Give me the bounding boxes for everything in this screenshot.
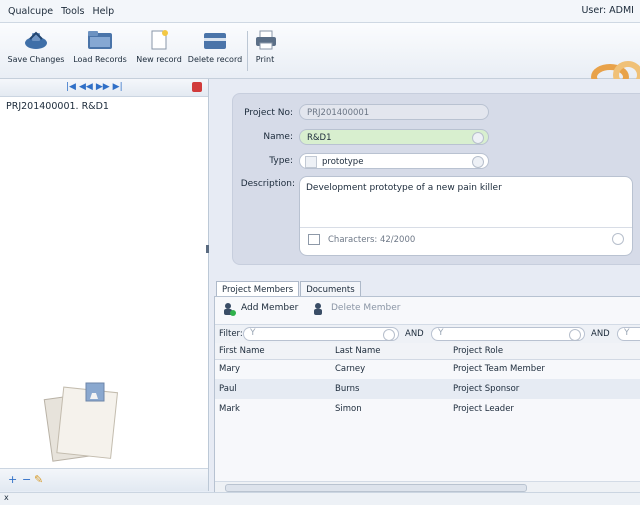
project-members-panel: Add Member Delete Member Filter: Y AND Y… bbox=[214, 296, 640, 493]
status-text: x bbox=[4, 493, 9, 502]
pane-splitter[interactable] bbox=[206, 245, 209, 253]
last-record-icon[interactable]: ▶| bbox=[113, 82, 123, 92]
project-no-label: Project No: bbox=[244, 108, 293, 118]
status-bar: x bbox=[0, 492, 640, 505]
edit-icon[interactable]: ✎ bbox=[34, 473, 43, 486]
main-area: Project No: PRJ201400001 Name: R&D1 Type… bbox=[210, 79, 640, 493]
records-actions-bar: + − ✎ bbox=[0, 468, 208, 491]
description-field[interactable]: Development prototype of a new pain kill… bbox=[299, 176, 633, 256]
and-label: AND bbox=[405, 329, 424, 339]
new-record-button[interactable]: New record bbox=[132, 29, 186, 64]
menu-item-qualcupe[interactable]: Qualcupe bbox=[8, 6, 53, 17]
delete-record-icon bbox=[201, 29, 229, 51]
close-icon[interactable] bbox=[192, 82, 202, 92]
remove-icon[interactable]: − bbox=[22, 473, 31, 486]
load-records-button[interactable]: Load Records bbox=[70, 29, 130, 64]
clear-icon[interactable] bbox=[472, 132, 484, 144]
previous-record-icon[interactable]: ◀◀ bbox=[79, 82, 93, 92]
table-row[interactable]: Mark Simon Project Leader bbox=[215, 399, 640, 419]
records-navbar: |◀ ◀◀ ▶▶ ▶| bbox=[0, 79, 208, 97]
filter-first-name[interactable]: Y bbox=[243, 327, 399, 341]
horizontal-scrollbar[interactable] bbox=[215, 481, 640, 492]
filter-row: Filter: Y AND Y AND Y bbox=[215, 324, 640, 344]
add-member-icon bbox=[221, 301, 237, 320]
project-no-field: PRJ201400001 bbox=[299, 104, 489, 120]
column-project-role[interactable]: Project Role bbox=[453, 346, 503, 356]
name-label: Name: bbox=[263, 132, 293, 142]
clear-icon[interactable] bbox=[472, 156, 484, 168]
filter-label: Filter: bbox=[219, 329, 243, 339]
filter-project-role[interactable]: Y bbox=[617, 327, 640, 341]
type-icon bbox=[305, 156, 317, 168]
add-icon[interactable]: + bbox=[8, 473, 17, 486]
clear-icon[interactable] bbox=[383, 329, 395, 341]
scrollbar-thumb[interactable] bbox=[225, 484, 527, 492]
print-icon bbox=[252, 29, 280, 51]
clear-icon[interactable] bbox=[612, 233, 624, 245]
first-record-icon[interactable]: |◀ bbox=[66, 82, 76, 92]
records-pane: |◀ ◀◀ ▶▶ ▶| PRJ201400001. R&D1 + − ✎ bbox=[0, 79, 209, 491]
project-document-icon bbox=[30, 379, 130, 472]
save-changes-button[interactable]: Save Changes bbox=[4, 29, 68, 64]
add-member-button[interactable]: Add Member bbox=[241, 303, 298, 313]
record-list-item[interactable]: PRJ201400001. R&D1 bbox=[0, 97, 208, 116]
save-icon bbox=[22, 29, 50, 51]
user-label: User: ADMI bbox=[581, 5, 634, 16]
menu-item-help[interactable]: Help bbox=[93, 6, 115, 17]
table-row[interactable]: Mary Carney Project Team Member bbox=[215, 359, 640, 379]
table-row[interactable]: Paul Burns Project Sponsor bbox=[215, 379, 640, 399]
column-first-name[interactable]: First Name bbox=[219, 346, 265, 356]
column-last-name[interactable]: Last Name bbox=[335, 346, 380, 356]
project-form: Project No: PRJ201400001 Name: R&D1 Type… bbox=[232, 93, 640, 265]
filter-last-name[interactable]: Y bbox=[431, 327, 585, 341]
type-label: Type: bbox=[269, 156, 293, 166]
character-count-icon bbox=[308, 234, 320, 245]
clear-icon[interactable] bbox=[569, 329, 581, 341]
delete-member-icon bbox=[311, 301, 327, 320]
folder-icon bbox=[86, 29, 114, 51]
character-count: Characters: 42/2000 bbox=[328, 235, 416, 245]
delete-member-button[interactable]: Delete Member bbox=[331, 303, 400, 313]
members-toolbar: Add Member Delete Member bbox=[215, 297, 640, 321]
new-record-icon bbox=[145, 29, 173, 51]
name-field[interactable]: R&D1 bbox=[299, 129, 489, 145]
description-label: Description: bbox=[240, 179, 295, 189]
table-header: First Name Last Name Project Role bbox=[215, 343, 640, 360]
toolbar: Save Changes Load Records New record Del… bbox=[0, 23, 640, 90]
toolbar-separator bbox=[247, 31, 248, 71]
print-button[interactable]: Print bbox=[252, 29, 278, 64]
next-record-icon[interactable]: ▶▶ bbox=[96, 82, 110, 92]
funnel-icon: Y bbox=[250, 328, 256, 338]
funnel-icon: Y bbox=[438, 328, 444, 338]
menu-item-tools[interactable]: Tools bbox=[61, 6, 84, 17]
and-label: AND bbox=[591, 329, 610, 339]
menu-bar: Qualcupe Tools Help User: ADMI bbox=[0, 0, 640, 23]
type-field[interactable]: prototype bbox=[299, 153, 489, 169]
delete-record-button[interactable]: Delete record bbox=[186, 29, 244, 64]
funnel-icon: Y bbox=[624, 328, 630, 338]
